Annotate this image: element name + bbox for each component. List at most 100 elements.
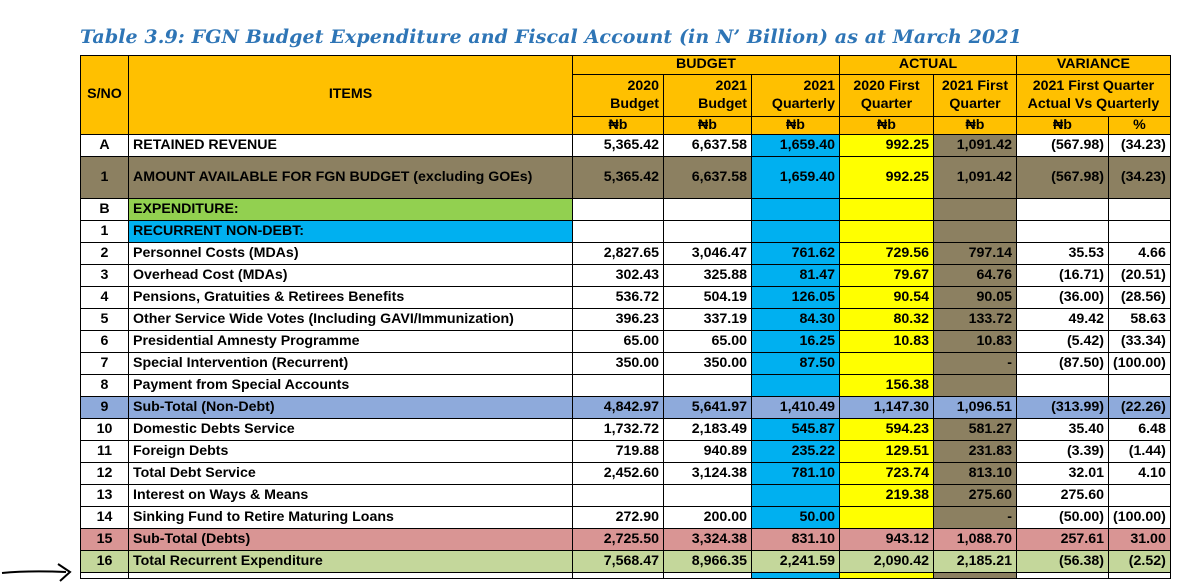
row-value	[1016, 220, 1109, 243]
row-value	[933, 374, 1017, 397]
row-value	[1108, 484, 1171, 507]
row-sno: 16	[80, 550, 129, 573]
table-row: 2 Personnel Costs (MDAs) 2,827.65 3,046.47 7…	[80, 242, 1171, 265]
row-sno: 3	[80, 264, 129, 287]
row-value: 325.88	[663, 264, 752, 287]
row-sno: 4	[80, 286, 129, 309]
row-value: 1,088.70	[933, 528, 1017, 551]
row-value: 2,241.59	[751, 550, 840, 573]
row-sno: 6	[80, 330, 129, 353]
row-value	[751, 484, 840, 507]
table-row: 15 Sub-Total (Debts) 2,725.50 3,324.38 831.1…	[80, 528, 1171, 551]
row-sno: 8	[80, 374, 129, 397]
row-value: 129.51	[839, 440, 934, 463]
row-sno: 2	[80, 242, 129, 265]
row-value	[663, 220, 752, 243]
row-value: 2,827.65	[572, 242, 664, 265]
row-value: 50.00	[751, 506, 840, 529]
row-value: 10.83	[933, 330, 1017, 353]
unit-cell: ₦b	[751, 116, 840, 135]
row-value: 1,659.40	[751, 156, 840, 199]
header-variance-desc: 2021 First Quarter Actual Vs Quarterly	[1016, 74, 1171, 117]
table-row: 13 Interest on Ways & Means 219.38 275.60 27…	[80, 484, 1171, 507]
row-value: 65.00	[572, 330, 664, 353]
row-value: 64.76	[933, 264, 1017, 287]
row-value: 1,659.40	[751, 134, 840, 157]
header-actual: ACTUAL	[839, 55, 1017, 75]
row-value	[1108, 220, 1171, 243]
row-value: 31.00	[1108, 528, 1171, 551]
row-item: Overhead Cost (MDAs)	[128, 264, 573, 287]
row-value: 2,090.42	[839, 550, 934, 573]
table-row: B EXPENDITURE:	[80, 198, 1171, 221]
header-items: ITEMS	[128, 55, 573, 135]
row-value: 761.62	[751, 242, 840, 265]
row-value: 5,365.42	[572, 156, 664, 199]
row-value: (22.26)	[1108, 396, 1171, 419]
table-row-partial	[80, 572, 1171, 579]
row-value: 337.19	[663, 308, 752, 331]
row-value: (34.23)	[1108, 156, 1171, 199]
row-value: 940.89	[663, 440, 752, 463]
row-value	[1108, 374, 1171, 397]
row-value: 350.00	[663, 352, 752, 375]
row-item: Presidential Amnesty Programme	[128, 330, 573, 353]
row-value	[933, 220, 1017, 243]
row-value: 272.90	[572, 506, 664, 529]
table-row: 10 Domestic Debts Service 1,732.72 2,183.49…	[80, 418, 1171, 441]
row-value: (33.34)	[1108, 330, 1171, 353]
row-value: 504.19	[663, 286, 752, 309]
row-value: 200.00	[663, 506, 752, 529]
row-value: (313.99)	[1016, 396, 1109, 419]
row-value: 8,966.35	[663, 550, 752, 573]
row-value: 7,568.47	[572, 550, 664, 573]
row-item: Domestic Debts Service	[128, 418, 573, 441]
row-value: 35.53	[1016, 242, 1109, 265]
row-value: 594.23	[839, 418, 934, 441]
row-value: 126.05	[751, 286, 840, 309]
row-value	[572, 220, 664, 243]
header-2020-first-quarter: 2020 First Quarter	[839, 74, 934, 117]
table-title: Table 3.9: FGN Budget Expenditure and Fi…	[80, 26, 1022, 48]
table-row: 6 Presidential Amnesty Programme 65.00 65.0…	[80, 330, 1171, 353]
row-value: 2,183.49	[663, 418, 752, 441]
row-value: 65.00	[663, 330, 752, 353]
row-value: 87.50	[751, 352, 840, 375]
row-value: 943.12	[839, 528, 934, 551]
row-value	[572, 484, 664, 507]
row-value: 3,324.38	[663, 528, 752, 551]
row-item: Interest on Ways & Means	[128, 484, 573, 507]
hand-drawn-arrow-icon	[1, 563, 72, 582]
row-value: 1,732.72	[572, 418, 664, 441]
row-sno: 1	[80, 156, 129, 199]
table-row: 1 AMOUNT AVAILABLE FOR FGN BUDGET (exclud…	[80, 156, 1171, 199]
row-value: 2,185.21	[933, 550, 1017, 573]
row-partial-cell	[933, 572, 1017, 579]
row-value: 275.60	[933, 484, 1017, 507]
unit-cell: ₦b	[1016, 116, 1109, 135]
row-sno: 10	[80, 418, 129, 441]
row-sno: 15	[80, 528, 129, 551]
row-value: 80.32	[839, 308, 934, 331]
header-2020-budget: 2020 Budget	[572, 74, 664, 117]
row-sno: 11	[80, 440, 129, 463]
row-value: 992.25	[839, 134, 934, 157]
row-value: -	[933, 352, 1017, 375]
row-value	[663, 198, 752, 221]
row-value: (16.71)	[1016, 264, 1109, 287]
row-value: (567.98)	[1016, 134, 1109, 157]
table-row: A RETAINED REVENUE 5,365.42 6,637.58 1,659.4…	[80, 134, 1171, 157]
row-sno: 1	[80, 220, 129, 243]
row-value: (567.98)	[1016, 156, 1109, 199]
row-partial-cell	[128, 572, 573, 579]
row-value: (100.00)	[1108, 352, 1171, 375]
header-2021-budget: 2021 Budget	[663, 74, 752, 117]
row-value: 79.67	[839, 264, 934, 287]
row-value: (3.39)	[1016, 440, 1109, 463]
row-partial-cell	[751, 572, 840, 579]
row-value: 35.40	[1016, 418, 1109, 441]
row-value: 4.66	[1108, 242, 1171, 265]
row-value: (50.00)	[1016, 506, 1109, 529]
table-row: 9 Sub-Total (Non-Debt) 4,842.97 5,641.97 1,4…	[80, 396, 1171, 419]
row-value: 545.87	[751, 418, 840, 441]
